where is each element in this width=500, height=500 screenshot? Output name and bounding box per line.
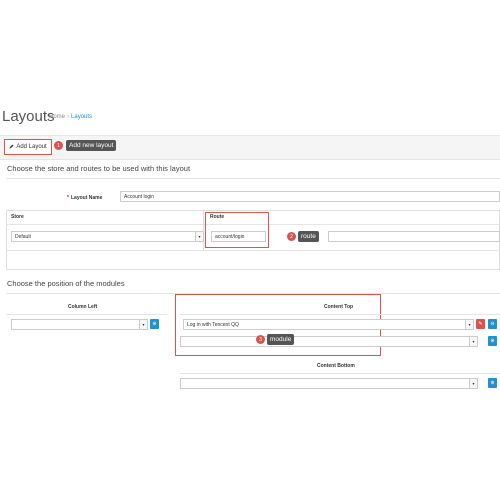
pencil-icon <box>9 144 14 151</box>
plus-circle-icon: ⊕ <box>152 321 157 327</box>
chevron-down-icon: ▾ <box>469 379 477 388</box>
route-highlight-box <box>205 212 269 248</box>
remove-module-button[interactable]: ⊖ <box>488 319 497 329</box>
store-column-header: Store <box>11 214 24 220</box>
column-left-label: Column Left <box>68 304 98 310</box>
table-row-divider <box>6 250 500 251</box>
add-layout-label: Add Layout <box>16 144 47 150</box>
breadcrumb: Home › Layouts <box>49 114 92 120</box>
breadcrumb-home[interactable]: Home <box>49 114 65 120</box>
pencil-icon: ✎ <box>478 321 483 327</box>
chevron-down-icon: ▾ <box>195 232 203 241</box>
required-mark: * <box>67 195 69 201</box>
content-top-module-select[interactable]: Log in with Tencent QQ ▾ <box>183 319 474 330</box>
content-bottom-select[interactable]: ▾ <box>180 378 478 389</box>
content-top-module-value: Log in with Tencent QQ <box>187 321 239 328</box>
content-bottom-header-divider <box>180 373 500 374</box>
routes-section-title: Choose the store and routes to be used w… <box>7 164 191 173</box>
callout-add-new-layout: Add new layout <box>66 140 117 151</box>
column-left-header-divider <box>6 314 167 315</box>
route-extra-input[interactable] <box>328 231 500 242</box>
edit-module-button[interactable]: ✎ <box>476 319 485 329</box>
layout-name-label: Layout Name <box>71 195 103 201</box>
modules-section-title: Choose the position of the modules <box>7 279 125 288</box>
add-module-button-bottom[interactable]: ⊕ <box>488 378 497 388</box>
store-select-value: Default <box>15 233 31 240</box>
content-top-add-select[interactable]: ▾ <box>180 336 478 347</box>
callout-module: module <box>267 334 295 345</box>
plus-circle-icon: ⊕ <box>490 338 495 344</box>
table-column-divider <box>203 210 204 250</box>
add-module-button-top[interactable]: ⊕ <box>488 336 497 346</box>
store-select[interactable]: Default ▾ <box>11 231 204 242</box>
callout-badge-3: 3 <box>256 335 265 344</box>
layout-name-input[interactable]: Account login <box>120 191 500 202</box>
chevron-down-icon: ▾ <box>465 320 473 329</box>
plus-circle-icon: ⊕ <box>490 380 495 386</box>
chevron-down-icon: ▾ <box>469 337 477 346</box>
breadcrumb-separator: › <box>67 114 70 120</box>
page-title: Layouts <box>2 108 55 125</box>
add-layout-button[interactable]: Add Layout <box>4 139 52 155</box>
callout-badge-1: 1 <box>54 141 63 150</box>
breadcrumb-layouts[interactable]: Layouts <box>71 114 92 120</box>
content-bottom-label: Content Bottom <box>317 363 355 369</box>
content-top-header-divider <box>180 314 500 315</box>
minus-circle-icon: ⊖ <box>490 321 495 327</box>
callout-route: route <box>298 231 319 242</box>
section-divider <box>6 178 500 179</box>
chevron-down-icon: ▾ <box>139 320 147 329</box>
add-module-button[interactable]: ⊕ <box>150 319 159 329</box>
callout-badge-2: 2 <box>287 232 296 241</box>
column-left-select[interactable]: ▾ <box>11 319 148 330</box>
content-top-label: Content Top <box>324 304 354 310</box>
